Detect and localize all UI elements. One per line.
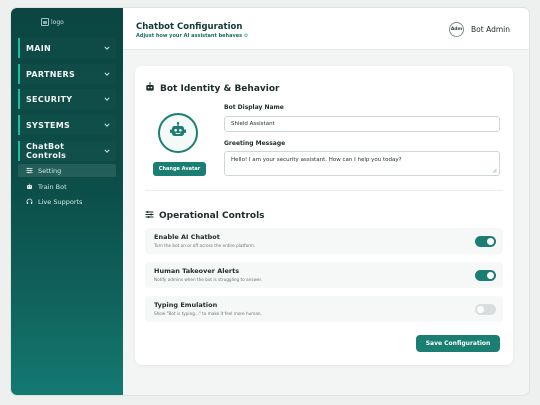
sidebar-item-setting[interactable]: Setting xyxy=(18,164,116,177)
chevron-down-icon xyxy=(104,96,110,102)
enable-chatbot-toggle[interactable] xyxy=(475,236,496,247)
toggle-row-enable-chatbot: Enable AI Chatbot Turn the bot on or off… xyxy=(145,228,503,254)
app-window: logo MAIN PARTNERS SECURITY SYSTEMS Chat… xyxy=(11,8,529,395)
top-bar: Chatbot Configuration Adjust how your AI… xyxy=(123,8,529,50)
avatar: Adm xyxy=(449,22,465,37)
sidebar-item-train-bot[interactable]: Train Bot xyxy=(18,180,116,193)
gear-icon: ⚙ xyxy=(243,33,249,39)
sidebar-group-label: ChatBot Controls xyxy=(26,142,67,160)
robot-icon xyxy=(26,183,33,190)
page-subtitle-text: Adjust how your AI assistant behaves xyxy=(136,33,243,39)
page-title: Chatbot Configuration xyxy=(136,22,243,32)
sidebar-group-chatbot-controls[interactable]: ChatBot Controls xyxy=(18,141,116,161)
divider xyxy=(145,190,503,191)
toggle-description: Show "Bot is typing..." to make it feel … xyxy=(154,311,262,316)
sidebar-group-main[interactable]: MAIN xyxy=(18,38,116,58)
display-name-input[interactable] xyxy=(224,116,500,132)
sliders-icon xyxy=(145,210,154,222)
sidebar-group-security[interactable]: SECURITY xyxy=(18,89,116,109)
bot-avatar xyxy=(158,113,198,153)
toggle-title: Enable AI Chatbot xyxy=(154,233,220,241)
greeting-label: Greeting Message xyxy=(224,140,286,147)
headset-icon xyxy=(26,198,33,205)
user-name: Bot Admin xyxy=(471,25,510,34)
change-avatar-button[interactable]: Change Avatar xyxy=(153,162,206,176)
greeting-textarea[interactable]: Hello! I am your security assistant. How… xyxy=(224,151,500,176)
sidebar-item-label: Setting xyxy=(38,166,62,175)
section-title-text: Bot Identity & Behavior xyxy=(160,83,280,94)
chevron-down-icon xyxy=(104,45,110,51)
sidebar-group-label: SYSTEMS xyxy=(26,120,71,130)
toggle-description: Turn the bot on or off across the entire… xyxy=(154,243,256,248)
logo: logo xyxy=(41,18,64,26)
sidebar: logo MAIN PARTNERS SECURITY SYSTEMS Chat… xyxy=(11,8,123,395)
chevron-down-icon xyxy=(104,122,110,128)
sidebar-group-systems[interactable]: SYSTEMS xyxy=(18,115,116,135)
toggle-description: Notify admins when the bot is struggling… xyxy=(154,277,263,282)
toggle-title: Human Takeover Alerts xyxy=(154,267,240,275)
robot-icon xyxy=(145,82,155,95)
settings-card: Bot Identity & Behavior Change Avatar Bo… xyxy=(135,66,513,365)
sidebar-item-live-supports[interactable]: Live Supports xyxy=(18,195,116,208)
main-content: Chatbot Configuration Adjust how your AI… xyxy=(123,8,529,395)
sidebar-group-label: PARTNERS xyxy=(26,69,76,79)
sidebar-group-partners[interactable]: PARTNERS xyxy=(18,64,116,84)
sidebar-item-label: Train Bot xyxy=(38,182,67,191)
display-name-label: Bot Display Name xyxy=(224,104,284,111)
typing-emulation-toggle[interactable] xyxy=(475,304,496,315)
section-title-controls: Operational Controls xyxy=(145,210,265,222)
save-configuration-button[interactable]: Save Configuration xyxy=(416,335,500,352)
chevron-down-icon xyxy=(104,71,110,77)
toggle-row-human-takeover: Human Takeover Alerts Notify admins when… xyxy=(145,262,503,288)
page-subtitle: Adjust how your AI assistant behaves ⚙ xyxy=(136,33,248,39)
sidebar-item-label: Live Supports xyxy=(38,197,83,206)
human-takeover-toggle[interactable] xyxy=(475,270,496,281)
toggle-knob xyxy=(487,272,494,279)
robot-icon xyxy=(168,121,188,145)
broken-image-icon xyxy=(41,18,49,26)
toggle-knob xyxy=(487,238,494,245)
greeting-text: Hello! I am your security assistant. How… xyxy=(231,157,402,163)
logo-alt-text: logo xyxy=(51,18,64,26)
user-menu[interactable]: Adm Bot Admin xyxy=(449,22,510,37)
sliders-icon xyxy=(26,167,33,174)
toggle-knob xyxy=(477,306,484,313)
sidebar-group-label: SECURITY xyxy=(26,94,73,104)
toggle-title: Typing Emulation xyxy=(154,301,218,309)
chevron-down-icon xyxy=(104,148,110,154)
section-title-identity: Bot Identity & Behavior xyxy=(145,82,279,95)
resize-grip-icon[interactable] xyxy=(492,168,497,173)
section-title-text: Operational Controls xyxy=(159,211,265,221)
toggle-row-typing-emulation: Typing Emulation Show "Bot is typing..."… xyxy=(145,296,503,322)
sidebar-group-label: MAIN xyxy=(26,43,52,53)
